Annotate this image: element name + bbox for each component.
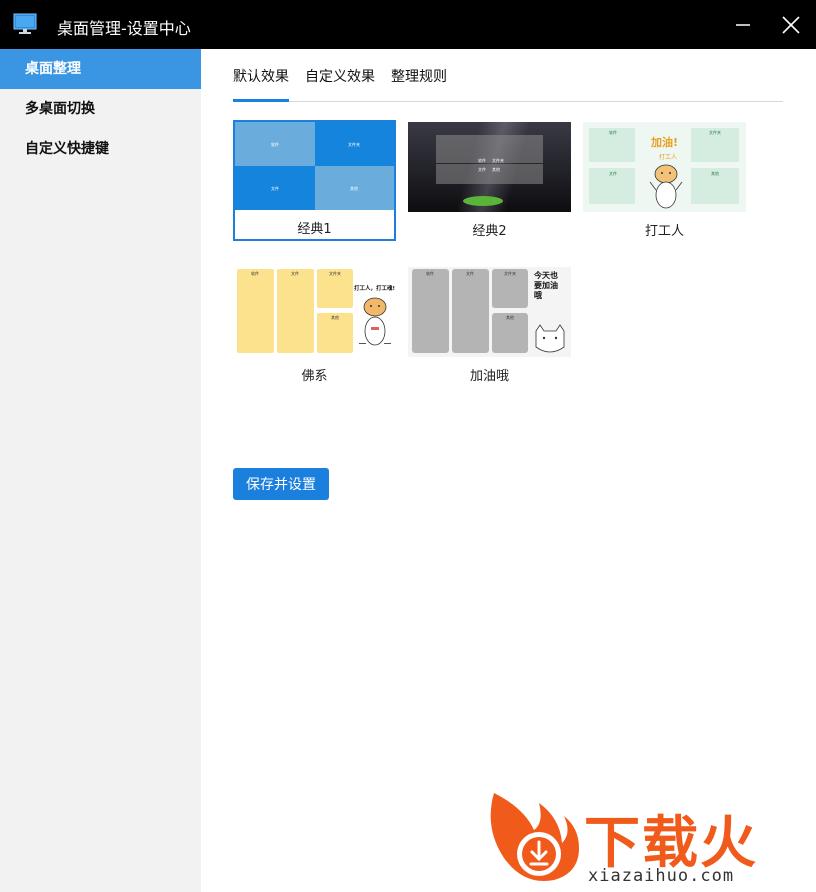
watermark: 下载火 xiazaihuo.com: [484, 788, 814, 888]
theme-label: 加油哦: [469, 369, 509, 384]
theme-label: 经典2: [472, 224, 507, 239]
theme-thumbnail: 软件 文件夹 文件 其他: [235, 122, 394, 210]
thumb-cell-label: 文件夹: [709, 130, 721, 135]
sidebar-item-multi-desktop[interactable]: 多桌面切换: [0, 89, 201, 129]
thumb-cell-label: 文件: [466, 271, 474, 276]
tab-default-effect[interactable]: 默认效果: [233, 66, 289, 102]
cat-illustration-icon: [535, 324, 565, 353]
minimize-button[interactable]: [718, 0, 768, 49]
thumb-slogan: 今天也要加油哦: [534, 271, 558, 300]
sidebar-item-desktop-organize[interactable]: 桌面整理: [0, 49, 201, 89]
thumb-cell-label: 软件: [271, 142, 279, 147]
thumb-cell-label: 文件夹: [492, 158, 504, 163]
minimize-icon: [736, 23, 750, 26]
tab-rules[interactable]: 整理规则: [391, 66, 447, 86]
monitor-icon: [13, 13, 37, 34]
thumb-cell-label: 软件: [609, 130, 617, 135]
thumb-cell-label: 其他: [331, 315, 339, 320]
thumb-slogan: 打工人，打工魂!: [354, 286, 396, 292]
theme-label: 佛系: [301, 369, 328, 384]
theme-thumbnail: 软件 文件 文件夹 其他 打工人，打工魂!: [233, 267, 396, 357]
thumb-cell-label: 其他: [350, 186, 358, 191]
thumb-cell-label: 文件夹: [504, 271, 516, 276]
thumb-cell-label: 软件: [426, 271, 434, 276]
thumb-cell-label: 文件夹: [329, 271, 341, 276]
sidebar-item-shortcuts[interactable]: 自定义快捷键: [0, 129, 201, 169]
flame-logo-icon: [490, 793, 579, 882]
window-title: 桌面管理-设置中心: [57, 19, 191, 38]
save-and-apply-button[interactable]: 保存并设置: [233, 468, 329, 500]
thumb-cell-label: 文件: [478, 167, 486, 172]
watermark-url: xiazaihuo.com: [588, 866, 735, 886]
theme-thumbnail: 软件 文件 文件夹 其他 今天也要加油哦: [408, 267, 571, 357]
title-bar: 桌面管理-设置中心: [0, 0, 816, 49]
thumb-cell-label: 其他: [506, 315, 514, 320]
thumb-cell-label: 软件: [478, 158, 486, 163]
theme-label: 打工人: [644, 224, 684, 239]
thumb-slogan: 加油!: [651, 136, 679, 149]
thumb-cell-label: 文件: [609, 171, 617, 176]
cat-illustration-icon: [649, 164, 683, 209]
thumb-cell-label: 其他: [711, 171, 719, 176]
tab-custom-effect[interactable]: 自定义效果: [305, 66, 375, 86]
main-panel: 默认效果 自定义效果 整理规则 软件 文件夹 文件 其他 经典1 软件 文件夹 …: [201, 49, 815, 892]
close-button[interactable]: [766, 0, 816, 49]
sidebar: 桌面整理 多桌面切换 自定义快捷键: [0, 49, 201, 892]
thumb-cell-label: 文件: [291, 271, 299, 276]
thumb-cell-label: 文件夹: [348, 142, 360, 147]
thumb-cell-label: 文件: [271, 186, 279, 191]
thumb-cell-label: 其他: [492, 167, 500, 172]
cat-illustration-icon: [359, 297, 391, 346]
thumb-cell-label: 软件: [251, 271, 259, 276]
theme-label: 经典1: [297, 222, 332, 237]
theme-thumbnail: 软件 文件夹 文件 其他 加油! 打工人: [583, 122, 746, 212]
theme-card-classic1[interactable]: 软件 文件夹 文件 其他 经典1: [233, 120, 396, 241]
theme-thumbnail: 软件 文件夹 文件 其他: [408, 122, 571, 212]
close-icon: [782, 15, 800, 34]
tab-bar: 默认效果 自定义效果 整理规则: [233, 49, 783, 102]
